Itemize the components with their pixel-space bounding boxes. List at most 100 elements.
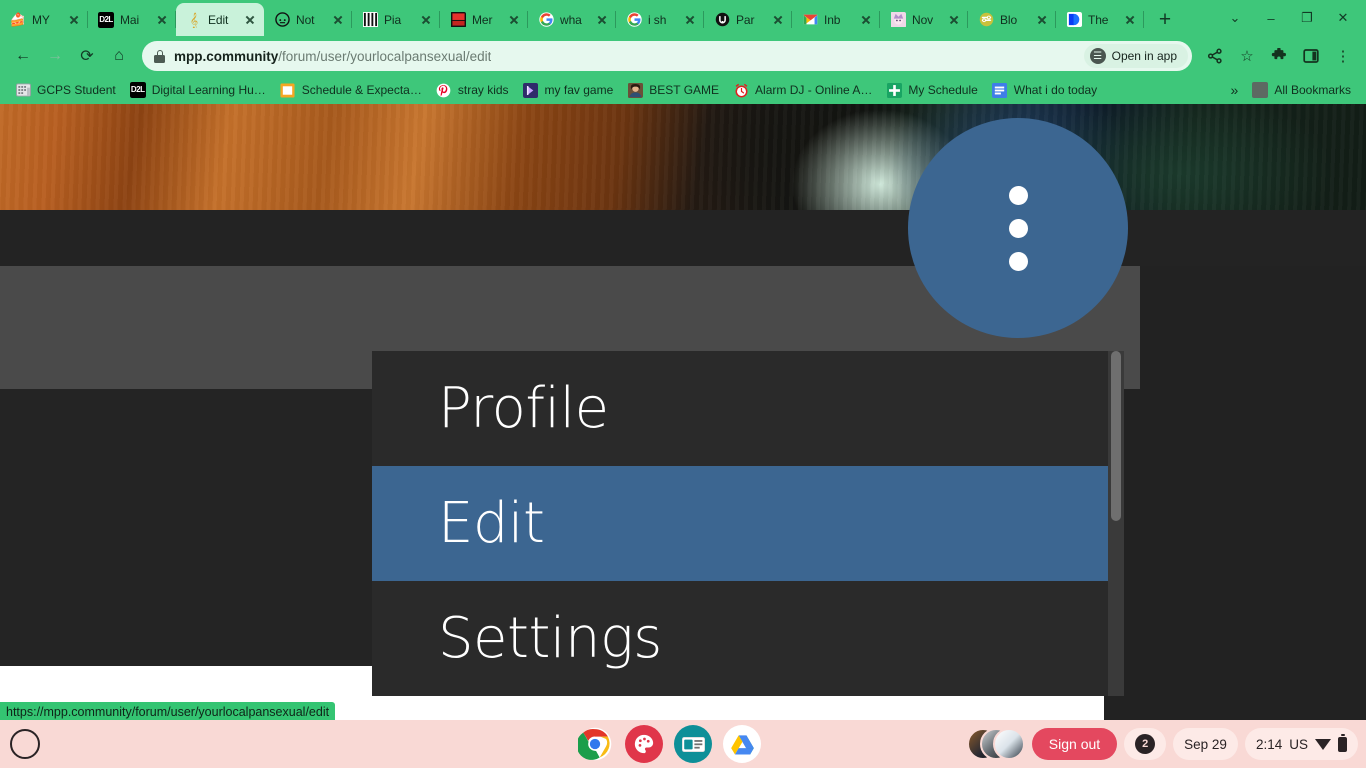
browser-tab-wha[interactable]: wha [528,3,616,36]
bookmark-label: My Schedule [908,83,978,97]
menu-scrollbar[interactable] [1108,351,1124,696]
tab-close-icon[interactable] [418,12,434,28]
tab-close-icon[interactable] [1034,12,1050,28]
os-shelf: Sign out 2 Sep 29 2:14 US [0,720,1366,768]
tab-close-icon[interactable] [682,12,698,28]
window-close-button[interactable]: ✕ [1326,4,1360,32]
bookmark-best-game[interactable]: BEST GAME [620,79,726,101]
tab-title: i sh [648,12,667,27]
tab-title: The [1088,12,1109,27]
all-bookmarks-label: All Bookmarks [1274,83,1351,97]
disney-icon [1066,12,1082,28]
bookmark-label: Digital Learning Hu… [151,83,266,97]
bookmark-stray-kids[interactable]: stray kids [429,79,516,101]
menu-item-settings[interactable]: Settings [372,581,1124,696]
bookmark-gcps-student[interactable]: GCPS Student [8,79,123,101]
notifications-button[interactable]: 2 [1124,728,1167,760]
tab-close-icon[interactable] [1122,12,1138,28]
menu-item-profile[interactable]: Profile [372,351,1124,466]
browser-tab-not[interactable]: Not [264,3,352,36]
google-drive-icon[interactable] [723,725,761,763]
browser-tab-inb[interactable]: Inb [792,3,880,36]
tab-separator [1143,11,1144,28]
status-area[interactable]: 2:14 US [1244,728,1358,760]
browser-tab-pia[interactable]: Pia [352,3,440,36]
tab-title: MY [32,12,50,27]
tab-title: Nov [912,12,934,27]
date-button[interactable]: Sep 29 [1173,728,1238,760]
chrome-icon[interactable] [576,725,614,763]
canvas-paint-icon[interactable] [625,725,663,763]
share-icon[interactable] [1200,41,1230,71]
forward-button[interactable]: → [40,41,70,71]
tab-close-icon[interactable] [242,12,258,28]
clock-label: 2:14 [1255,736,1283,752]
open-in-app-button[interactable]: ☰ Open in app [1083,44,1188,68]
tab-close-icon[interactable] [154,12,170,28]
tab-close-icon[interactable] [858,12,874,28]
user-avatars[interactable] [966,728,1025,760]
window-maximize-button[interactable]: ❐ [1290,4,1324,32]
tab-close-icon[interactable] [66,12,82,28]
blue-docs-icon [992,82,1008,98]
tab-close-icon[interactable] [330,12,346,28]
tab-search-button[interactable]: ⌄ [1218,4,1252,32]
address-bar[interactable]: mpp.community/forum/user/yourlocalpansex… [142,41,1192,71]
bookmark-label: Alarm DJ - Online A… [755,83,873,97]
page-dark-band [0,210,1366,266]
bookmark-what-i-do-today[interactable]: What i do today [985,79,1104,101]
chevron-double-right-icon: » [1230,82,1239,98]
bookmark-label: GCPS Student [37,83,116,97]
bookmarks-overflow-button[interactable]: » [1224,79,1246,101]
bookmark-label: Schedule & Expecta… [301,83,422,97]
browser-tab-nov[interactable]: Nov [880,3,968,36]
pinterest-icon [436,82,452,98]
browser-tab-blo[interactable]: Blo [968,3,1056,36]
browser-tab-i-sh[interactable]: i sh [616,3,704,36]
extensions-icon[interactable] [1264,41,1294,71]
tab-title: Blo [1000,12,1018,27]
new-tab-button[interactable]: + [1148,5,1182,33]
browser-tab-edit[interactable]: 𝄞 Edit [176,3,264,36]
browser-tab-my[interactable]: 🍰 MY [0,3,88,36]
music-note-icon: 𝄞 [189,11,199,28]
sign-out-button[interactable]: Sign out [1031,728,1118,760]
menu-item-list: Profile Edit Settings [372,351,1124,696]
bookmark-my-fav-game[interactable]: my fav game [516,79,621,101]
tab-close-icon[interactable] [594,12,610,28]
bookmark-star-icon[interactable]: ☆ [1232,41,1262,71]
green-calendar-icon [886,82,902,98]
more-options-button[interactable] [908,118,1128,338]
tab-close-icon[interactable] [506,12,522,28]
address-bar-text: mpp.community/forum/user/yourlocalpansex… [174,49,491,64]
bookmark-my-schedule[interactable]: My Schedule [879,79,984,101]
window-minimize-button[interactable]: – [1254,4,1288,32]
menu-scrollbar-thumb[interactable] [1111,351,1121,521]
bookmarks-bar: GCPS Student D2L Digital Learning Hu… Sched… [0,76,1366,104]
menu-item-label: Profile [438,376,609,441]
home-button[interactable]: ⌂ [104,41,134,71]
tab-list: 🍰 MY D2L Mai 𝄞 Edit Not Pia Mer wha i sh Par Inb Nov B… [0,0,1144,36]
bookmark-schedule-expecta[interactable]: Schedule & Expecta… [273,79,429,101]
all-bookmarks-button[interactable]: All Bookmarks [1245,79,1358,101]
browser-tab-par[interactable]: Par [704,3,792,36]
bookmark-digital-learning-hu[interactable]: D2L Digital Learning Hu… [123,79,273,101]
tab-close-icon[interactable] [946,12,962,28]
browser-tab-the[interactable]: The [1056,3,1144,36]
media-app-icon[interactable] [674,725,712,763]
blooket-icon [978,12,994,28]
browser-tab-mer[interactable]: Mer [440,3,528,36]
bookmark-alarm-dj-online-a[interactable]: Alarm DJ - Online A… [726,79,879,101]
tab-title: Not [296,12,315,27]
reload-button[interactable]: ⟳ [72,41,102,71]
back-button[interactable]: ← [8,41,38,71]
menu-item-edit[interactable]: Edit [372,466,1124,581]
launcher-button[interactable] [10,729,40,759]
paramount-icon [714,12,730,28]
tab-close-icon[interactable] [770,12,786,28]
menu-item-label: Settings [438,606,662,671]
purple-game-icon [523,82,539,98]
browser-tab-mai[interactable]: D2L Mai [88,3,176,36]
browser-menu-icon[interactable]: ⋮ [1328,41,1358,71]
side-panel-icon[interactable] [1296,41,1326,71]
